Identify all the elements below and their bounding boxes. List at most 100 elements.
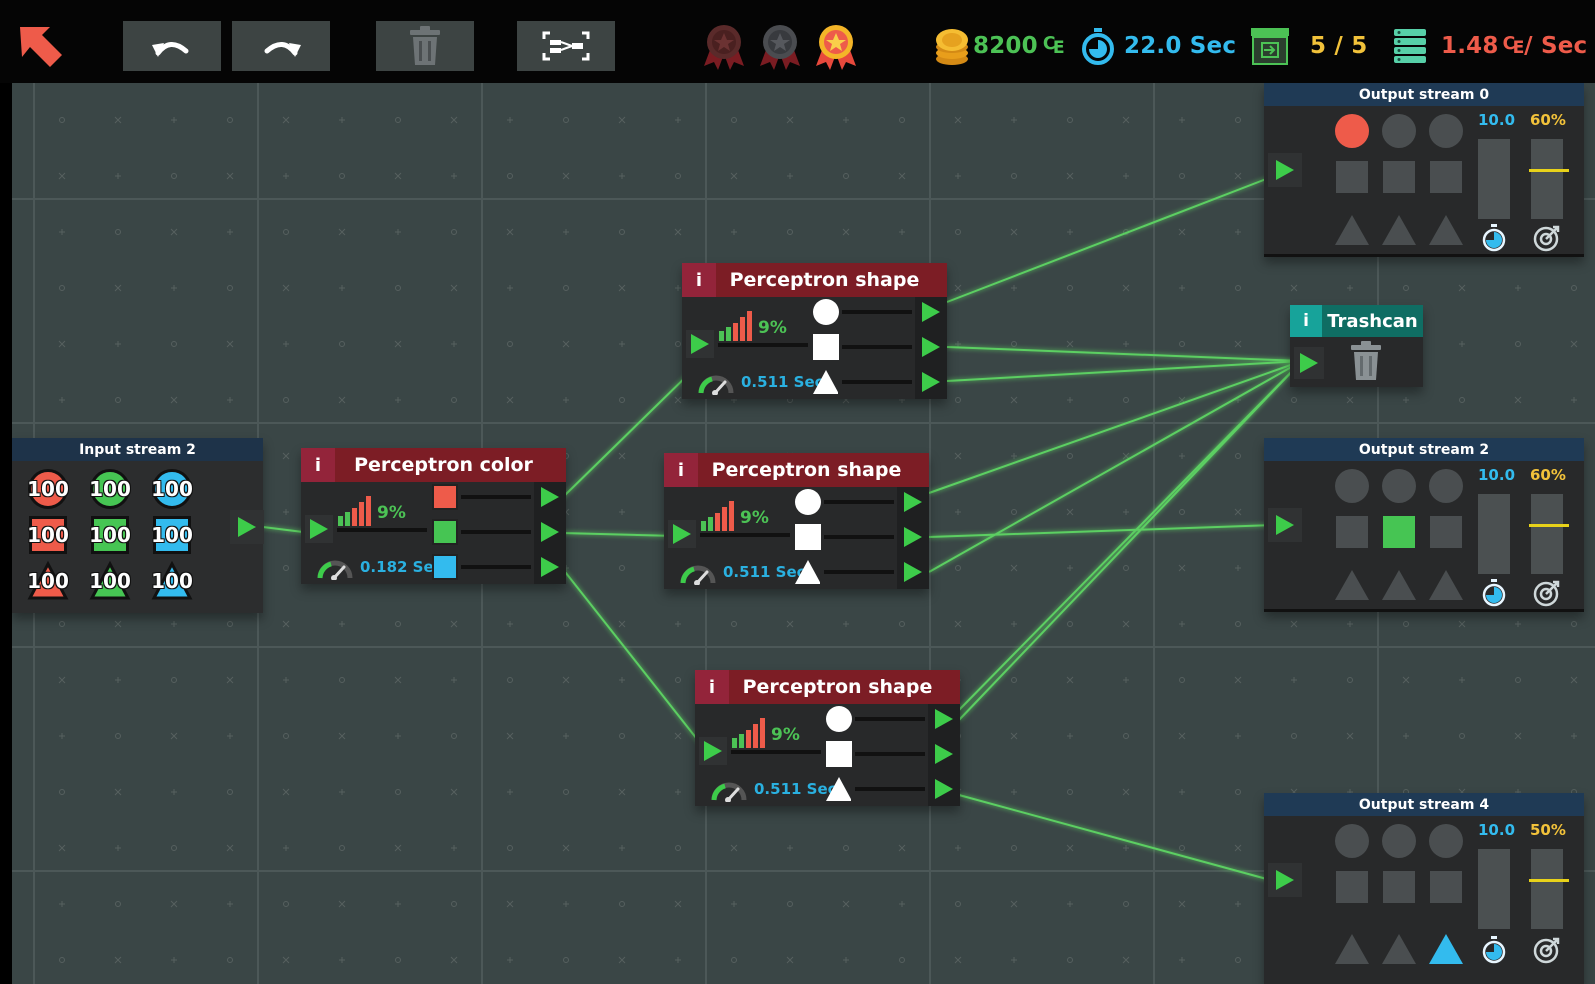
streams-value: 5 / 5 bbox=[1310, 33, 1368, 59]
perceptron-output-port[interactable] bbox=[929, 774, 959, 804]
perceptron-input-port[interactable] bbox=[699, 737, 727, 765]
wire bbox=[958, 360, 1303, 721]
perceptron-input-port[interactable] bbox=[305, 515, 333, 543]
perceptron-header: i Perceptron shape bbox=[664, 453, 929, 487]
circle-slot bbox=[1429, 114, 1463, 148]
play-icon bbox=[922, 337, 940, 357]
play-icon bbox=[935, 779, 953, 799]
output-stream-input-port[interactable] bbox=[1268, 863, 1302, 897]
speed-meter bbox=[1478, 849, 1510, 929]
perceptron-info-button[interactable]: i bbox=[664, 453, 698, 487]
rate-value: 1.48 bbox=[1441, 33, 1499, 59]
undo-button[interactable] bbox=[123, 21, 221, 71]
perceptron-output-port[interactable] bbox=[535, 552, 565, 582]
auto-layout-button[interactable] bbox=[517, 21, 615, 71]
rate-unit: ₠/ Sec bbox=[1502, 33, 1588, 59]
square-slot bbox=[1383, 871, 1415, 903]
play-icon bbox=[922, 372, 940, 392]
perceptron-output-port[interactable] bbox=[535, 482, 565, 512]
perceptron-output-port[interactable] bbox=[898, 487, 928, 517]
input-stream-output-port[interactable] bbox=[230, 510, 264, 544]
token-count: 100 bbox=[89, 477, 131, 501]
play-icon bbox=[541, 487, 559, 507]
perceptron-title: Perceptron shape bbox=[742, 676, 933, 698]
wire bbox=[561, 532, 678, 537]
target-icon bbox=[1533, 225, 1560, 252]
accuracy-bars-icon bbox=[719, 309, 752, 341]
perceptron-shape-node[interactable]: i Perceptron shape 9% 0.511 Sec bbox=[695, 670, 960, 806]
medal-silver-icon bbox=[756, 22, 804, 74]
triangle-slot bbox=[795, 560, 820, 584]
play-icon bbox=[935, 744, 953, 764]
wire bbox=[958, 794, 1275, 882]
output-stream-node[interactable]: Output stream 2 10.0 60% bbox=[1264, 438, 1584, 612]
perceptron-color-node[interactable]: i Perceptron color 9% 0.182 Sec bbox=[301, 448, 566, 584]
delete-button[interactable] bbox=[376, 21, 474, 71]
play-icon bbox=[541, 557, 559, 577]
medal-gold-icon bbox=[812, 22, 860, 74]
node-canvas[interactable]: Input stream 2 100 100 100 100 100 100 100 100 1… bbox=[12, 83, 1595, 984]
perceptron-info-button[interactable]: i bbox=[301, 448, 335, 482]
token-circle: 100 bbox=[151, 468, 193, 510]
input-stream-node[interactable]: Input stream 2 100 100 100 100 100 100 100 100 1… bbox=[12, 438, 264, 613]
game-screen: 8200 ₠ 22.0 Sec 5 / 5 1.48 ₠/ Sec Input … bbox=[0, 0, 1595, 984]
perceptron-output-port[interactable] bbox=[916, 332, 946, 362]
wire bbox=[928, 524, 1275, 538]
bar bbox=[708, 517, 713, 531]
play-icon bbox=[673, 524, 691, 544]
output-stream-node[interactable]: Output stream 4 10.0 50% bbox=[1264, 793, 1584, 984]
output-stream-title: Output stream 2 bbox=[1264, 438, 1584, 461]
token-triangle: 100 bbox=[89, 560, 131, 602]
play-icon bbox=[904, 527, 922, 547]
perceptron-shape-node[interactable]: i Perceptron shape 9% 0.511 Sec bbox=[664, 453, 929, 589]
speed-gauge-icon bbox=[680, 565, 716, 585]
slot-track bbox=[718, 343, 808, 347]
speed-meter bbox=[1478, 139, 1510, 219]
trashcan-input-port[interactable] bbox=[1294, 347, 1324, 379]
perceptron-title: Perceptron shape bbox=[729, 269, 920, 291]
perceptron-output-port[interactable] bbox=[898, 557, 928, 587]
perceptron-output-port[interactable] bbox=[916, 297, 946, 327]
square-slot bbox=[1430, 871, 1462, 903]
perceptron-info-button[interactable]: i bbox=[682, 263, 716, 297]
wire bbox=[958, 360, 1303, 711]
back-arrow-button[interactable] bbox=[20, 27, 64, 75]
accuracy-threshold-line bbox=[1529, 169, 1569, 172]
stopwatch-icon bbox=[1482, 579, 1506, 607]
perceptron-output-port[interactable] bbox=[898, 522, 928, 552]
slot-track bbox=[855, 752, 925, 756]
circle-slot bbox=[1429, 824, 1463, 858]
triangle-slot bbox=[813, 370, 838, 394]
perceptron-output-port[interactable] bbox=[916, 367, 946, 397]
color-slot bbox=[432, 484, 458, 510]
output-speed: 10.0 bbox=[1478, 821, 1516, 839]
output-stream-node[interactable]: Output stream 0 10.0 60% bbox=[1264, 83, 1584, 257]
perceptron-info-button[interactable]: i bbox=[695, 670, 729, 704]
token-triangle: 100 bbox=[27, 560, 69, 602]
trashcan-node[interactable]: i Trashcan bbox=[1290, 305, 1423, 387]
token-count: 100 bbox=[27, 569, 69, 593]
back-arrow-icon bbox=[20, 27, 62, 67]
perceptron-output-port[interactable] bbox=[929, 704, 959, 734]
perceptron-output-port[interactable] bbox=[929, 739, 959, 769]
output-speed: 10.0 bbox=[1478, 111, 1516, 129]
perceptron-input-port[interactable] bbox=[668, 520, 696, 548]
output-stream-input-port[interactable] bbox=[1268, 153, 1302, 187]
time-value: 22.0 Sec bbox=[1124, 33, 1237, 59]
trashcan-info-button[interactable]: i bbox=[1290, 305, 1322, 337]
accuracy-bars-icon bbox=[732, 716, 765, 748]
rate-counter: 1.48 ₠/ Sec bbox=[1393, 26, 1587, 66]
slot-track bbox=[824, 570, 894, 574]
perceptron-shape-node[interactable]: i Perceptron shape 9% 0.511 Sec bbox=[682, 263, 947, 399]
trashcan-header: i Trashcan bbox=[1290, 305, 1423, 337]
accuracy-value: 9% bbox=[758, 318, 787, 338]
perceptron-input-port[interactable] bbox=[686, 330, 714, 358]
perceptron-output-port[interactable] bbox=[535, 517, 565, 547]
token-count: 100 bbox=[89, 523, 131, 547]
play-icon bbox=[704, 741, 722, 761]
bar bbox=[722, 507, 727, 531]
redo-button[interactable] bbox=[232, 21, 330, 71]
money-counter: 8200 ₠ bbox=[934, 26, 1064, 66]
output-stream-input-port[interactable] bbox=[1268, 508, 1302, 542]
stopwatch-icon bbox=[1482, 224, 1506, 252]
